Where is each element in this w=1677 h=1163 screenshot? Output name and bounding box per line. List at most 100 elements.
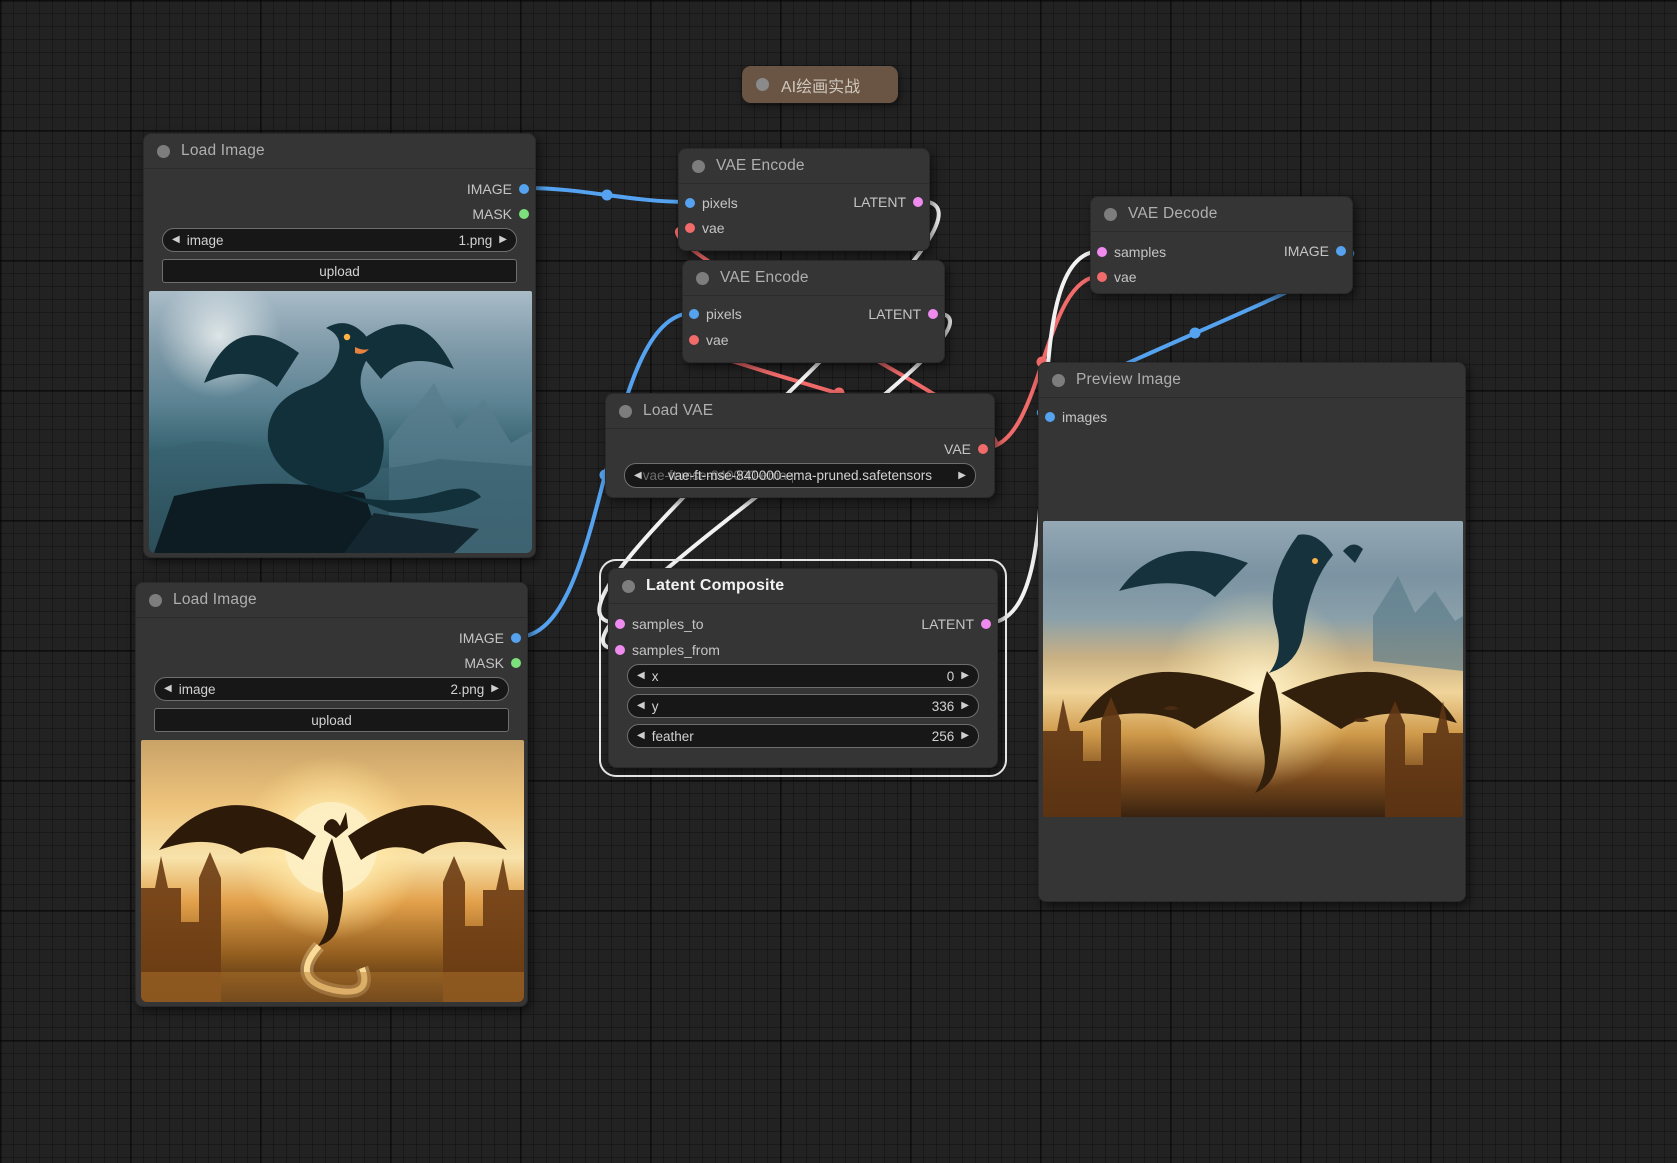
stepper-right-arrow-icon[interactable]: ▶ — [961, 701, 969, 711]
collapse-dot-icon[interactable] — [1104, 207, 1117, 221]
combo-right-arrow-icon[interactable]: ▶ — [958, 470, 966, 481]
node-load-vae[interactable]: Load VAE VAE ◀ vae-ft-mse-840000-ema-pru… — [605, 393, 995, 498]
input-port-samples[interactable] — [1097, 247, 1107, 257]
node-title: VAE Decode — [1128, 205, 1218, 222]
image-preview-blue-dragon — [149, 291, 532, 553]
combo-value: vae-ft-mse-840000-ema-pruned.safetensors — [667, 468, 933, 483]
group-title: AI绘画实战 — [781, 78, 861, 96]
node-title: Load Image — [173, 591, 257, 608]
stepper-left-arrow-icon[interactable]: ◀ — [637, 671, 645, 681]
node-header[interactable]: Latent Composite — [609, 569, 997, 604]
x-number-widget[interactable]: ◀ x 0 ▶ — [627, 664, 979, 688]
collapse-dot-icon[interactable] — [696, 271, 709, 285]
node-title: VAE Encode — [716, 157, 805, 174]
output-label-latent: LATENT — [853, 194, 906, 210]
input-label-vae: vae — [1114, 269, 1137, 285]
node-header[interactable]: VAE Encode — [683, 261, 944, 296]
output-port-mask[interactable] — [511, 658, 521, 668]
widget-value: 336 — [931, 698, 955, 714]
widget-value: 0 — [946, 668, 955, 684]
upload-button[interactable]: upload — [154, 708, 509, 732]
collapse-dot-icon[interactable] — [157, 144, 170, 158]
collapse-dot-icon[interactable] — [692, 159, 705, 173]
output-port-image[interactable] — [519, 184, 529, 194]
combo-value: 2.png — [450, 681, 485, 697]
node-header[interactable]: VAE Encode — [679, 149, 929, 184]
upload-button[interactable]: upload — [162, 259, 517, 283]
output-port-latent[interactable] — [928, 309, 938, 319]
stepper-right-arrow-icon[interactable]: ▶ — [961, 731, 969, 741]
group-title-node[interactable]: AI绘画实战 — [742, 66, 898, 103]
output-label-latent: LATENT — [868, 306, 921, 322]
node-vae-encode-1[interactable]: VAE Encode pixels vae LATENT — [678, 148, 930, 251]
combo-left-arrow-icon[interactable]: ◀ — [634, 470, 642, 481]
stepper-left-arrow-icon[interactable]: ◀ — [637, 701, 645, 711]
node-header[interactable]: Load VAE — [606, 394, 994, 429]
combo-left-arrow-icon[interactable]: ◀ — [172, 235, 180, 245]
y-number-widget[interactable]: ◀ y 336 ▶ — [627, 694, 979, 718]
output-label-vae: VAE — [944, 441, 971, 457]
image-combo-widget[interactable]: ◀ image 2.png ▶ — [154, 677, 509, 701]
wire-midpoint-dot — [1189, 327, 1201, 339]
node-graph-canvas[interactable]: AI绘画实战 Load Image IMAGE MASK ◀ image 1.p… — [0, 0, 1677, 1163]
input-label-pixels: pixels — [702, 195, 738, 211]
node-vae-encode-2[interactable]: VAE Encode pixels vae LATENT — [682, 260, 945, 363]
widget-label: feather — [651, 728, 694, 744]
stepper-right-arrow-icon[interactable]: ▶ — [961, 671, 969, 681]
output-label-image: IMAGE — [458, 630, 504, 646]
input-label-images: images — [1062, 409, 1108, 425]
combo-label: image — [178, 681, 216, 697]
output-port-image[interactable] — [1336, 246, 1346, 256]
node-vae-decode[interactable]: VAE Decode samples vae IMAGE — [1090, 196, 1353, 294]
collapse-dot-icon[interactable] — [1052, 373, 1065, 387]
output-label-image: IMAGE — [466, 181, 512, 197]
node-header[interactable]: Preview Image — [1039, 363, 1465, 398]
collapse-dot-icon[interactable] — [619, 404, 632, 418]
input-port-vae[interactable] — [1097, 272, 1107, 282]
input-port-samples-from[interactable] — [615, 645, 625, 655]
feather-number-widget[interactable]: ◀ feather 256 ▶ — [627, 724, 979, 748]
node-header[interactable]: VAE Decode — [1091, 197, 1352, 232]
vae-name-combo-widget[interactable]: ◀ vae-ft-mse-840000-ema-pruned.safetenso… — [624, 463, 976, 488]
input-label-vae: vae — [706, 332, 729, 348]
combo-left-arrow-icon[interactable]: ◀ — [164, 684, 172, 694]
node-header[interactable]: Load Image — [136, 583, 527, 618]
combo-right-arrow-icon[interactable]: ▶ — [491, 684, 499, 694]
node-title: Preview Image — [1076, 371, 1182, 388]
widget-label: y — [651, 698, 659, 714]
output-port-latent[interactable] — [981, 619, 991, 629]
input-port-vae[interactable] — [685, 223, 695, 233]
output-port-mask[interactable] — [519, 209, 529, 219]
output-label-image: IMAGE — [1283, 243, 1329, 259]
collapse-dot-icon[interactable] — [149, 593, 162, 607]
image-preview-composite — [1043, 521, 1463, 817]
stepper-left-arrow-icon[interactable]: ◀ — [637, 731, 645, 741]
node-load-image-1[interactable]: Load Image IMAGE MASK ◀ image 1.png ▶ up… — [143, 133, 536, 558]
input-port-pixels[interactable] — [689, 309, 699, 319]
image-combo-widget[interactable]: ◀ image 1.png ▶ — [162, 228, 517, 252]
output-port-vae[interactable] — [978, 444, 988, 454]
input-label-pixels: pixels — [706, 306, 742, 322]
node-latent-composite[interactable]: Latent Composite samples_to samples_from… — [599, 559, 1007, 777]
input-port-pixels[interactable] — [685, 198, 695, 208]
node-title: Load Image — [181, 142, 265, 159]
node-title: VAE Encode — [720, 269, 809, 286]
widget-value: 256 — [931, 728, 955, 744]
input-port-vae[interactable] — [689, 335, 699, 345]
input-label-samples-from: samples_from — [632, 642, 720, 658]
input-port-samples-to[interactable] — [615, 619, 625, 629]
node-header[interactable]: Load Image — [144, 134, 535, 169]
input-port-images[interactable] — [1045, 412, 1055, 422]
combo-value: 1.png — [458, 232, 493, 248]
input-label-samples: samples — [1114, 244, 1167, 260]
collapse-dot-icon[interactable] — [622, 579, 635, 593]
output-port-image[interactable] — [511, 633, 521, 643]
combo-right-arrow-icon[interactable]: ▶ — [499, 235, 507, 245]
wire-midpoint-dot — [601, 189, 613, 201]
output-port-latent[interactable] — [913, 197, 923, 207]
node-preview-image[interactable]: Preview Image images — [1038, 362, 1466, 902]
node-load-image-2[interactable]: Load Image IMAGE MASK ◀ image 2.png ▶ up… — [135, 582, 528, 1007]
output-label-mask: MASK — [464, 655, 504, 671]
output-label-mask: MASK — [472, 206, 512, 222]
input-label-vae: vae — [702, 220, 725, 236]
